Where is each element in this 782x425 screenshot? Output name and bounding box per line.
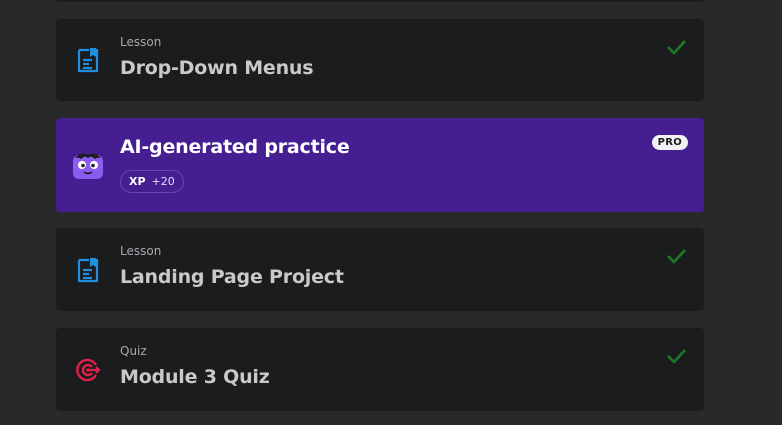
item-type-label: Lesson [120, 35, 162, 49]
lesson-card-landing-page-project[interactable]: Lesson Landing Page Project [56, 228, 704, 311]
pro-badge: PRO [651, 135, 688, 150]
item-type-label: Lesson [120, 244, 162, 258]
item-type-label: Quiz [120, 344, 147, 358]
xp-value: +20 [151, 175, 175, 188]
lesson-card-drop-down-menus[interactable]: Lesson Drop-Down Menus [56, 19, 704, 101]
ai-practice-card[interactable]: AI-generated practice XP +20 PRO [56, 118, 704, 212]
completed-check-icon [666, 246, 686, 266]
quiz-card-module-3-quiz[interactable]: Quiz Module 3 Quiz [56, 328, 704, 411]
item-title: Drop-Down Menus [120, 57, 314, 79]
lesson-document-icon [74, 256, 102, 284]
completed-check-icon [666, 346, 686, 366]
xp-reward-chip: XP +20 [120, 170, 184, 193]
ai-mascot-icon [70, 147, 106, 183]
lesson-document-icon [74, 46, 102, 74]
item-title: Module 3 Quiz [120, 366, 270, 388]
item-title: AI-generated practice [120, 136, 350, 158]
previous-item-card[interactable] [56, 0, 704, 2]
quiz-target-icon [74, 356, 102, 384]
xp-label: XP [129, 175, 146, 188]
course-module-list: Lesson Drop-Down Menus AI-generated prac… [0, 0, 782, 425]
completed-check-icon [666, 37, 686, 57]
item-title: Landing Page Project [120, 266, 344, 288]
